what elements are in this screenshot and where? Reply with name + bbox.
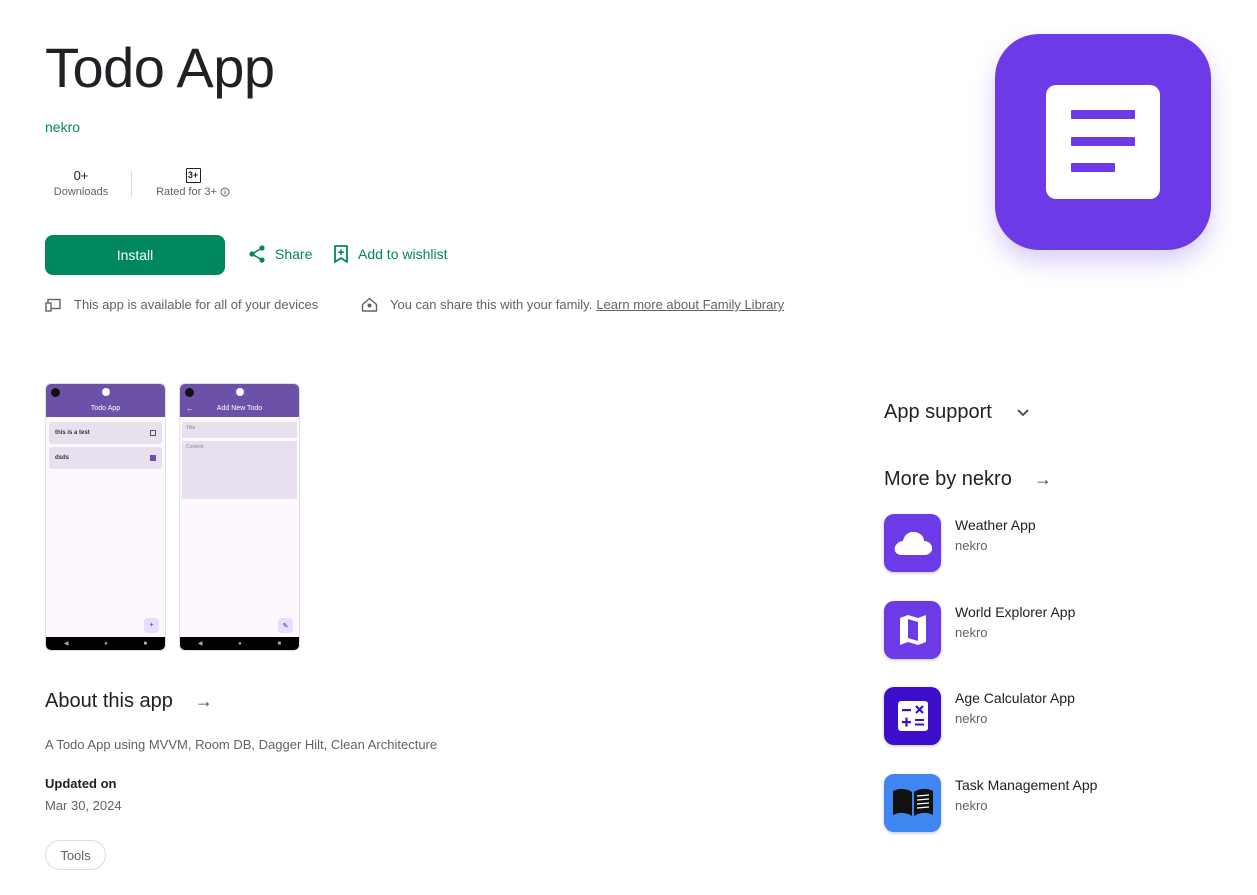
app-icon	[995, 34, 1211, 250]
cloud-icon	[884, 514, 941, 572]
related-app-developer: nekro	[955, 798, 988, 813]
devices-icon	[45, 298, 61, 312]
updated-value: Mar 30, 2024	[45, 798, 122, 813]
share-icon	[249, 245, 265, 263]
related-app-name: Task Management App	[955, 777, 1098, 793]
notes-icon	[1046, 85, 1160, 199]
devices-note-text: This app is available for all of your de…	[74, 297, 319, 312]
share-button[interactable]: Share	[247, 244, 312, 264]
downloads-label: Downloads	[53, 186, 109, 198]
screenshot-appbar-title: Add New Todo	[216, 405, 263, 412]
status-icon	[235, 388, 244, 396]
family-library-link[interactable]: Learn more about Family Library	[596, 297, 784, 312]
todo-item-text: this is a test	[55, 430, 90, 436]
stat-divider	[131, 171, 132, 197]
family-note: You can share this with your family. Lea…	[361, 297, 784, 312]
add-fab: +	[144, 618, 159, 633]
app-support-heading[interactable]: App support	[884, 401, 1030, 424]
family-home-icon	[361, 297, 378, 312]
install-button[interactable]: Install	[45, 235, 225, 275]
book-icon	[884, 774, 941, 832]
rating-badge-icon: 3+	[185, 167, 201, 183]
todo-item: this is a test	[49, 422, 162, 444]
related-app[interactable]: Task Management App nekro	[884, 774, 1204, 832]
related-app-developer: nekro	[955, 711, 988, 726]
devices-note: This app is available for all of your de…	[45, 297, 318, 312]
related-app-developer: nekro	[955, 538, 988, 553]
more-by-text: More by nekro	[884, 468, 1012, 490]
status-icon	[101, 388, 110, 396]
related-app-name: World Explorer App	[955, 604, 1076, 620]
screenshot-appbar: ← Add New Todo	[180, 400, 299, 417]
updated-label: Updated on	[45, 776, 117, 791]
checkbox-checked-icon	[150, 455, 156, 461]
related-app[interactable]: Weather App nekro	[884, 514, 1204, 572]
calculator-icon	[884, 687, 941, 745]
arrow-right-icon[interactable]: →	[195, 691, 213, 712]
related-app-name: Weather App	[955, 517, 1036, 533]
related-app-developer: nekro	[955, 625, 988, 640]
chevron-down-icon[interactable]	[1016, 408, 1030, 418]
screenshot-2[interactable]: ← Add New Todo Title Content ✎ ◀ ● ■	[179, 383, 300, 651]
content-field: Content	[182, 441, 297, 499]
todo-item: dsds	[49, 447, 162, 469]
camera-dot-icon	[185, 387, 194, 397]
wishlist-label: Add to wishlist	[358, 246, 448, 262]
bookmark-add-icon	[334, 245, 348, 263]
edit-fab: ✎	[278, 618, 293, 633]
todo-item-text: dsds	[55, 455, 70, 461]
content-rating-stat[interactable]: 3+ Rated for 3+	[148, 166, 238, 198]
back-arrow-icon: ←	[186, 404, 194, 413]
related-app-name: Age Calculator App	[955, 690, 1075, 706]
nav-bar: ◀ ● ■	[46, 637, 165, 650]
about-heading-text: About this app	[45, 690, 173, 712]
title-field: Title	[182, 422, 297, 438]
screenshot-appbar: Todo App	[46, 400, 165, 417]
family-note-text: You can share this with your family.	[390, 297, 593, 312]
related-app[interactable]: Age Calculator App nekro	[884, 687, 1204, 745]
camera-dot-icon	[51, 387, 60, 397]
app-description: A Todo App using MVVM, Room DB, Dagger H…	[45, 737, 438, 752]
checkbox-icon	[150, 430, 156, 436]
more-by-heading[interactable]: More by nekro →	[884, 468, 1052, 491]
share-label: Share	[275, 246, 313, 262]
category-chip[interactable]: Tools	[45, 840, 106, 870]
wishlist-button[interactable]: Add to wishlist	[332, 244, 447, 264]
app-support-text: App support	[884, 401, 992, 423]
about-heading[interactable]: About this app →	[45, 690, 213, 713]
arrow-right-icon[interactable]: →	[1034, 469, 1052, 490]
rating-label: Rated for 3+	[156, 186, 217, 198]
nav-bar: ◀ ● ■	[180, 637, 299, 650]
downloads-value: 0+	[73, 167, 89, 183]
map-icon	[884, 601, 941, 659]
developer-link[interactable]: nekro	[45, 119, 80, 135]
related-app[interactable]: World Explorer App nekro	[884, 601, 1204, 659]
downloads-stat: 0+ Downloads	[45, 166, 117, 199]
app-title: Todo App	[45, 36, 275, 99]
screenshot-1[interactable]: Todo App this is a test dsds + ◀ ● ■	[45, 383, 166, 651]
info-icon[interactable]	[220, 187, 230, 197]
